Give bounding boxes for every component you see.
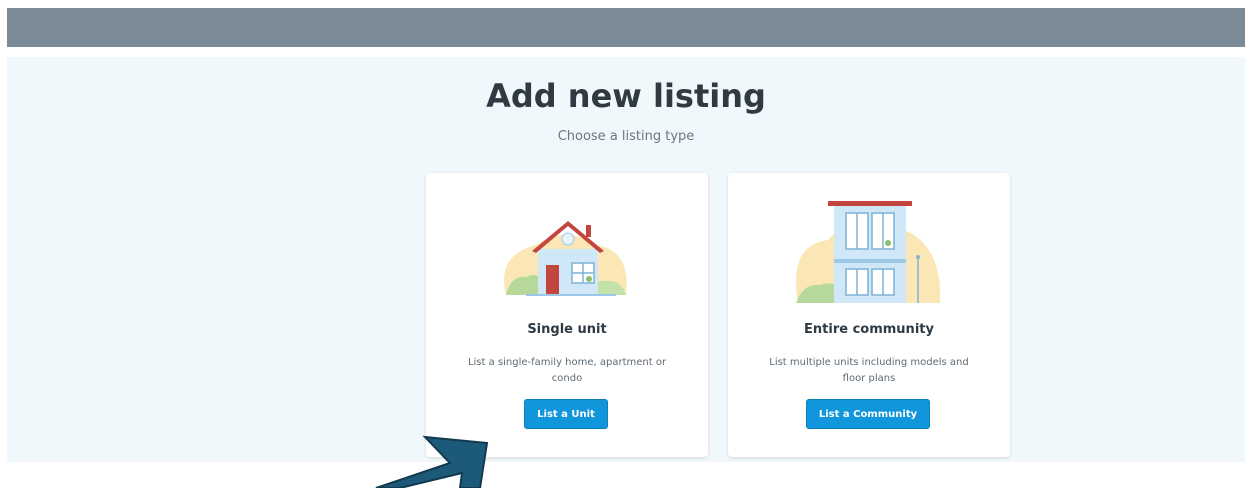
- listing-card-single-unit[interactable]: Single unit List a single-family home, a…: [426, 173, 708, 457]
- card-title-single-unit: Single unit: [527, 322, 607, 337]
- top-header-bar: [7, 8, 1245, 47]
- card-description-single-unit: List a single-family home, apartment or …: [467, 357, 667, 384]
- page-subtitle: Choose a listing type: [557, 129, 695, 144]
- house-illustration-icon: [504, 221, 627, 296]
- apartment-building-illustration-icon: [796, 201, 941, 303]
- listing-card-entire-community[interactable]: Entire community List multiple units inc…: [728, 173, 1010, 457]
- list-a-unit-button[interactable]: List a Unit: [524, 399, 608, 429]
- page-title: Add new listing: [486, 77, 766, 115]
- card-title-entire-community: Entire community: [804, 322, 934, 337]
- page-bottom-strip: [0, 462, 1245, 488]
- main-content: Add new listing Choose a listing type Si…: [7, 57, 1245, 462]
- list-a-community-button[interactable]: List a Community: [806, 399, 930, 429]
- card-description-entire-community: List multiple units including models and…: [769, 357, 969, 384]
